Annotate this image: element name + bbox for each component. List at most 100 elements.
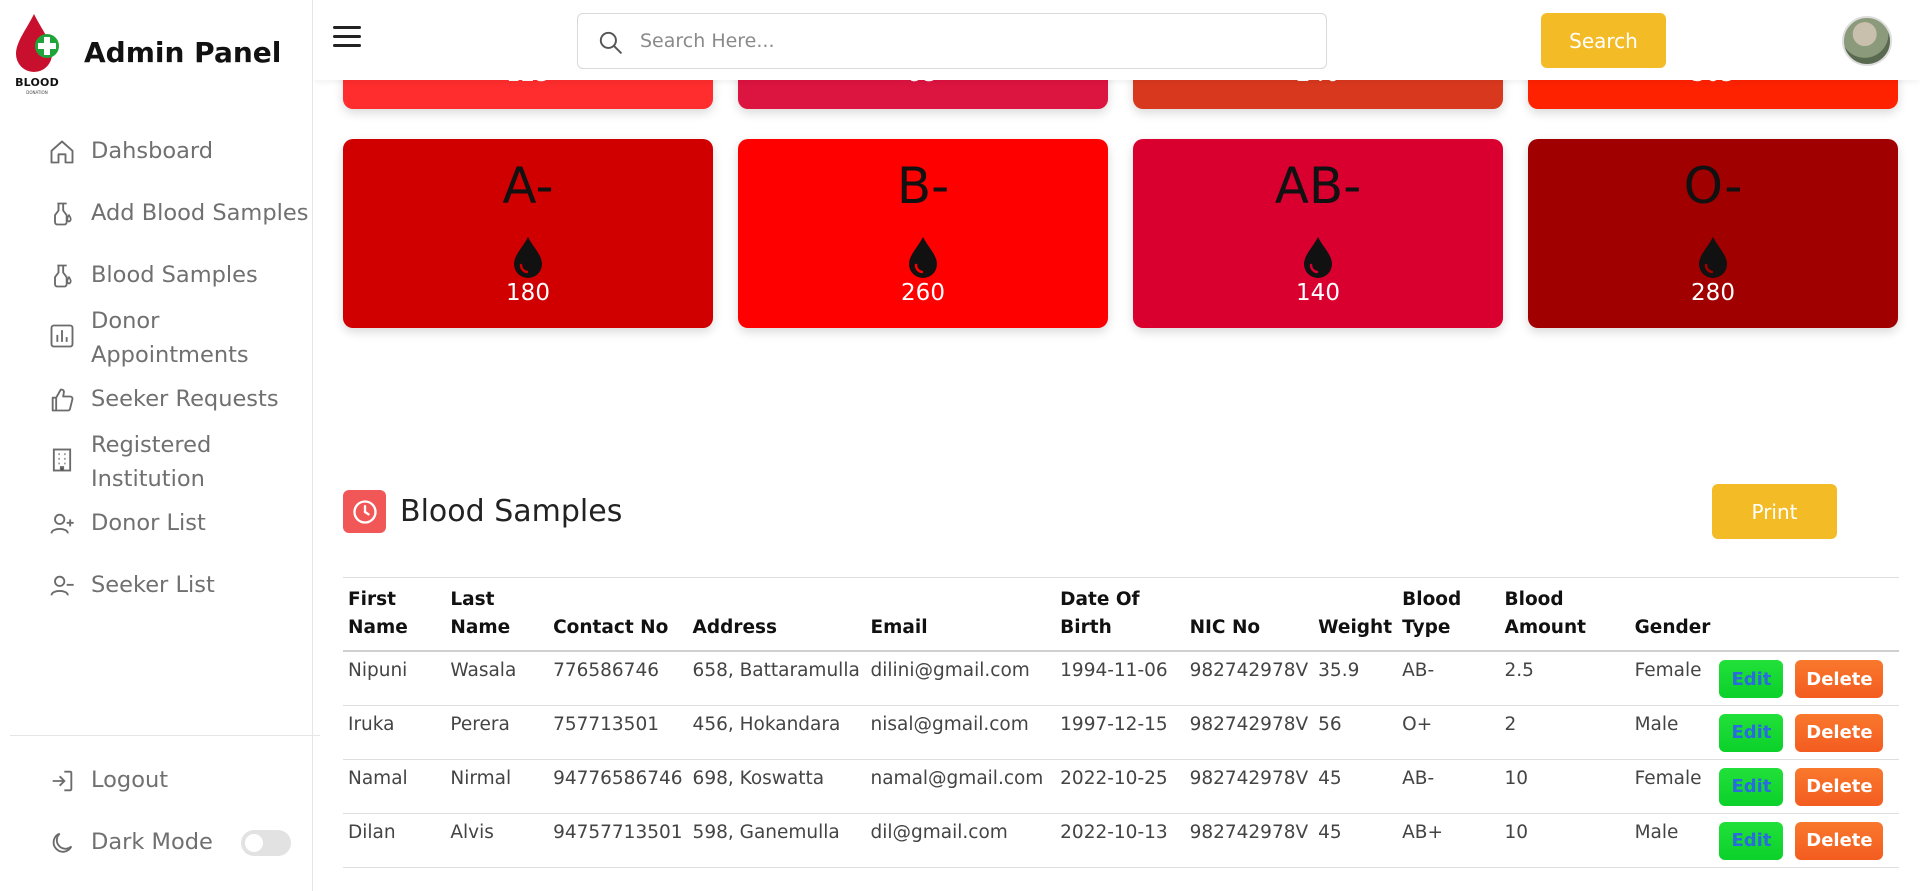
edit-button[interactable]: Edit [1719, 767, 1784, 806]
table-row: Namal Nirmal 94776586746 698, Koswatta namal… [343, 759, 1899, 813]
chart-icon [50, 324, 74, 348]
delete-button[interactable]: Delete [1795, 767, 1884, 806]
table-cell: 2.5 [1504, 660, 1534, 681]
search-button[interactable]: Search [1541, 13, 1666, 68]
table-cell: Wasala [450, 660, 517, 681]
blood-group-label: O- [1683, 157, 1743, 215]
blood-card: O- 280 [1528, 139, 1898, 328]
table-cell: 2022-10-13 [1060, 821, 1168, 843]
table-cell: 598, Ganemulla [692, 821, 840, 843]
column-header: NIC No [1189, 617, 1261, 638]
logo-subtext: DONATION [26, 90, 48, 95]
table-cell: 658, Battaramulla [692, 660, 860, 681]
sidebar-item-label: Seeker List [91, 572, 215, 598]
moon-icon [52, 832, 73, 853]
blood-group-label: AB- [1274, 157, 1362, 215]
sidebar-item-seeker-list[interactable]: Seeker List [0, 568, 313, 614]
sidebar-item-add-blood-samples[interactable]: Add Blood Samples [0, 196, 313, 258]
table-cell: Dilan [348, 821, 396, 843]
logo-text: BLOOD [15, 76, 59, 89]
column-header: First Name [348, 589, 408, 638]
sidebar-item-label: Blood Samples [91, 262, 258, 288]
blood-count: 180 [506, 280, 550, 306]
search-icon [599, 31, 622, 54]
avatar[interactable] [1842, 16, 1892, 66]
column-header: Blood Amount [1504, 589, 1587, 638]
delete-button[interactable]: Delete [1795, 713, 1884, 752]
table-cell: 982742978V [1189, 713, 1309, 735]
table-cell: 10 [1504, 821, 1529, 843]
app-root: BLOOD DONATION Admin Panel Dahsboard Add… [0, 0, 1920, 891]
table-cell: Perera [450, 713, 510, 735]
edit-button[interactable]: Edit [1719, 660, 1784, 698]
section-title: Blood Samples [400, 494, 623, 529]
table-cell: 456, Hokandara [692, 713, 841, 735]
row-actions: Edit Delete [1715, 759, 1899, 813]
menu-toggle-button[interactable] [333, 26, 361, 50]
edit-button[interactable]: Edit [1719, 713, 1784, 752]
thumbs-up-icon [51, 388, 74, 412]
table-cell: 56 [1318, 713, 1342, 735]
blood-group-label: A- [502, 157, 554, 215]
row-actions: Edit Delete [1715, 705, 1899, 759]
sidebar-item-registered-institution[interactable]: Registered Institution [0, 428, 313, 506]
user-plus-icon [50, 513, 74, 534]
table-cell: Female [1634, 660, 1702, 681]
table-cell: Male [1634, 821, 1679, 843]
column-header: Blood Type [1402, 589, 1462, 638]
table-header-row: First Name Last Name Contact No Address Emai… [343, 577, 1899, 652]
logout-button[interactable]: Logout [0, 763, 168, 797]
building-icon [52, 448, 72, 472]
column-header: Gender [1634, 617, 1711, 638]
table-cell: 45 [1318, 767, 1342, 789]
topbar: Search [314, 0, 1920, 80]
blood-count: 260 [901, 280, 945, 306]
sidebar-item-label: Dahsboard [91, 138, 214, 164]
blood-samples-table: First Name Last Name Contact No Address Emai… [343, 577, 1899, 868]
main-content: Search A+125B+95AB+240O+305A-180B-260AB-… [314, 0, 1920, 891]
sidebar-item-dashboard[interactable]: Dahsboard [0, 134, 313, 196]
sidebar-item-donor-list[interactable]: Donor List [0, 506, 313, 568]
table-cell: Nirmal [450, 767, 512, 789]
table-cell: 45 [1318, 821, 1342, 843]
sidebar-nav: Dahsboard Add Blood Samples Blood Sample… [0, 134, 313, 614]
table-cell: 982742978V [1189, 767, 1309, 789]
print-button[interactable]: Print [1712, 484, 1837, 539]
table-cell: Namal [348, 767, 408, 789]
sidebar-item-seeker-requests[interactable]: Seeker Requests [0, 382, 313, 428]
table-cell: 10 [1504, 767, 1529, 789]
column-header: Email [870, 617, 928, 638]
table-cell: nisal@gmail.com [870, 713, 1029, 735]
blood-card: B- 260 [738, 139, 1108, 328]
home-icon [50, 140, 74, 164]
search-input[interactable] [640, 24, 1310, 58]
sidebar-item-donor-appointments[interactable]: Donor Appointments [0, 304, 313, 382]
table-cell: 776586746 [553, 660, 659, 681]
delete-button[interactable]: Delete [1795, 821, 1884, 860]
table-row: Nipuni Wasala 776586746 658, Battaramulla di… [343, 651, 1899, 705]
dark-mode-label: Dark Mode [91, 829, 213, 855]
table-cell: 94776586746 [553, 767, 683, 789]
blood-drop-icon [909, 237, 937, 278]
dark-mode-toggle[interactable] [241, 830, 291, 856]
sidebar-item-blood-samples[interactable]: Blood Samples [0, 258, 313, 304]
logout-label: Logout [91, 767, 169, 793]
table-cell: 2022-10-25 [1060, 767, 1168, 789]
table-cell: 1994-11-06 [1060, 660, 1168, 681]
delete-button[interactable]: Delete [1795, 660, 1884, 698]
user-minus-icon [50, 575, 74, 596]
blood-count: 140 [1296, 280, 1340, 306]
column-header: Weight [1318, 617, 1393, 638]
table-cell: dil@gmail.com [870, 821, 1008, 843]
table-cell: 982742978V [1189, 821, 1309, 843]
table-cell: 94757713501 [553, 821, 683, 843]
column-header-actions [1715, 578, 1899, 652]
table-cell: 757713501 [553, 713, 659, 735]
table-cell: Male [1634, 713, 1679, 735]
blood-group-label: B- [896, 157, 950, 215]
table-cell: 2 [1504, 713, 1517, 735]
blood-donation-logo[interactable]: BLOOD DONATION [12, 12, 62, 95]
blood-samples-header: Blood Samples [343, 490, 622, 533]
edit-button[interactable]: Edit [1719, 821, 1784, 860]
table-cell: AB- [1402, 660, 1435, 681]
